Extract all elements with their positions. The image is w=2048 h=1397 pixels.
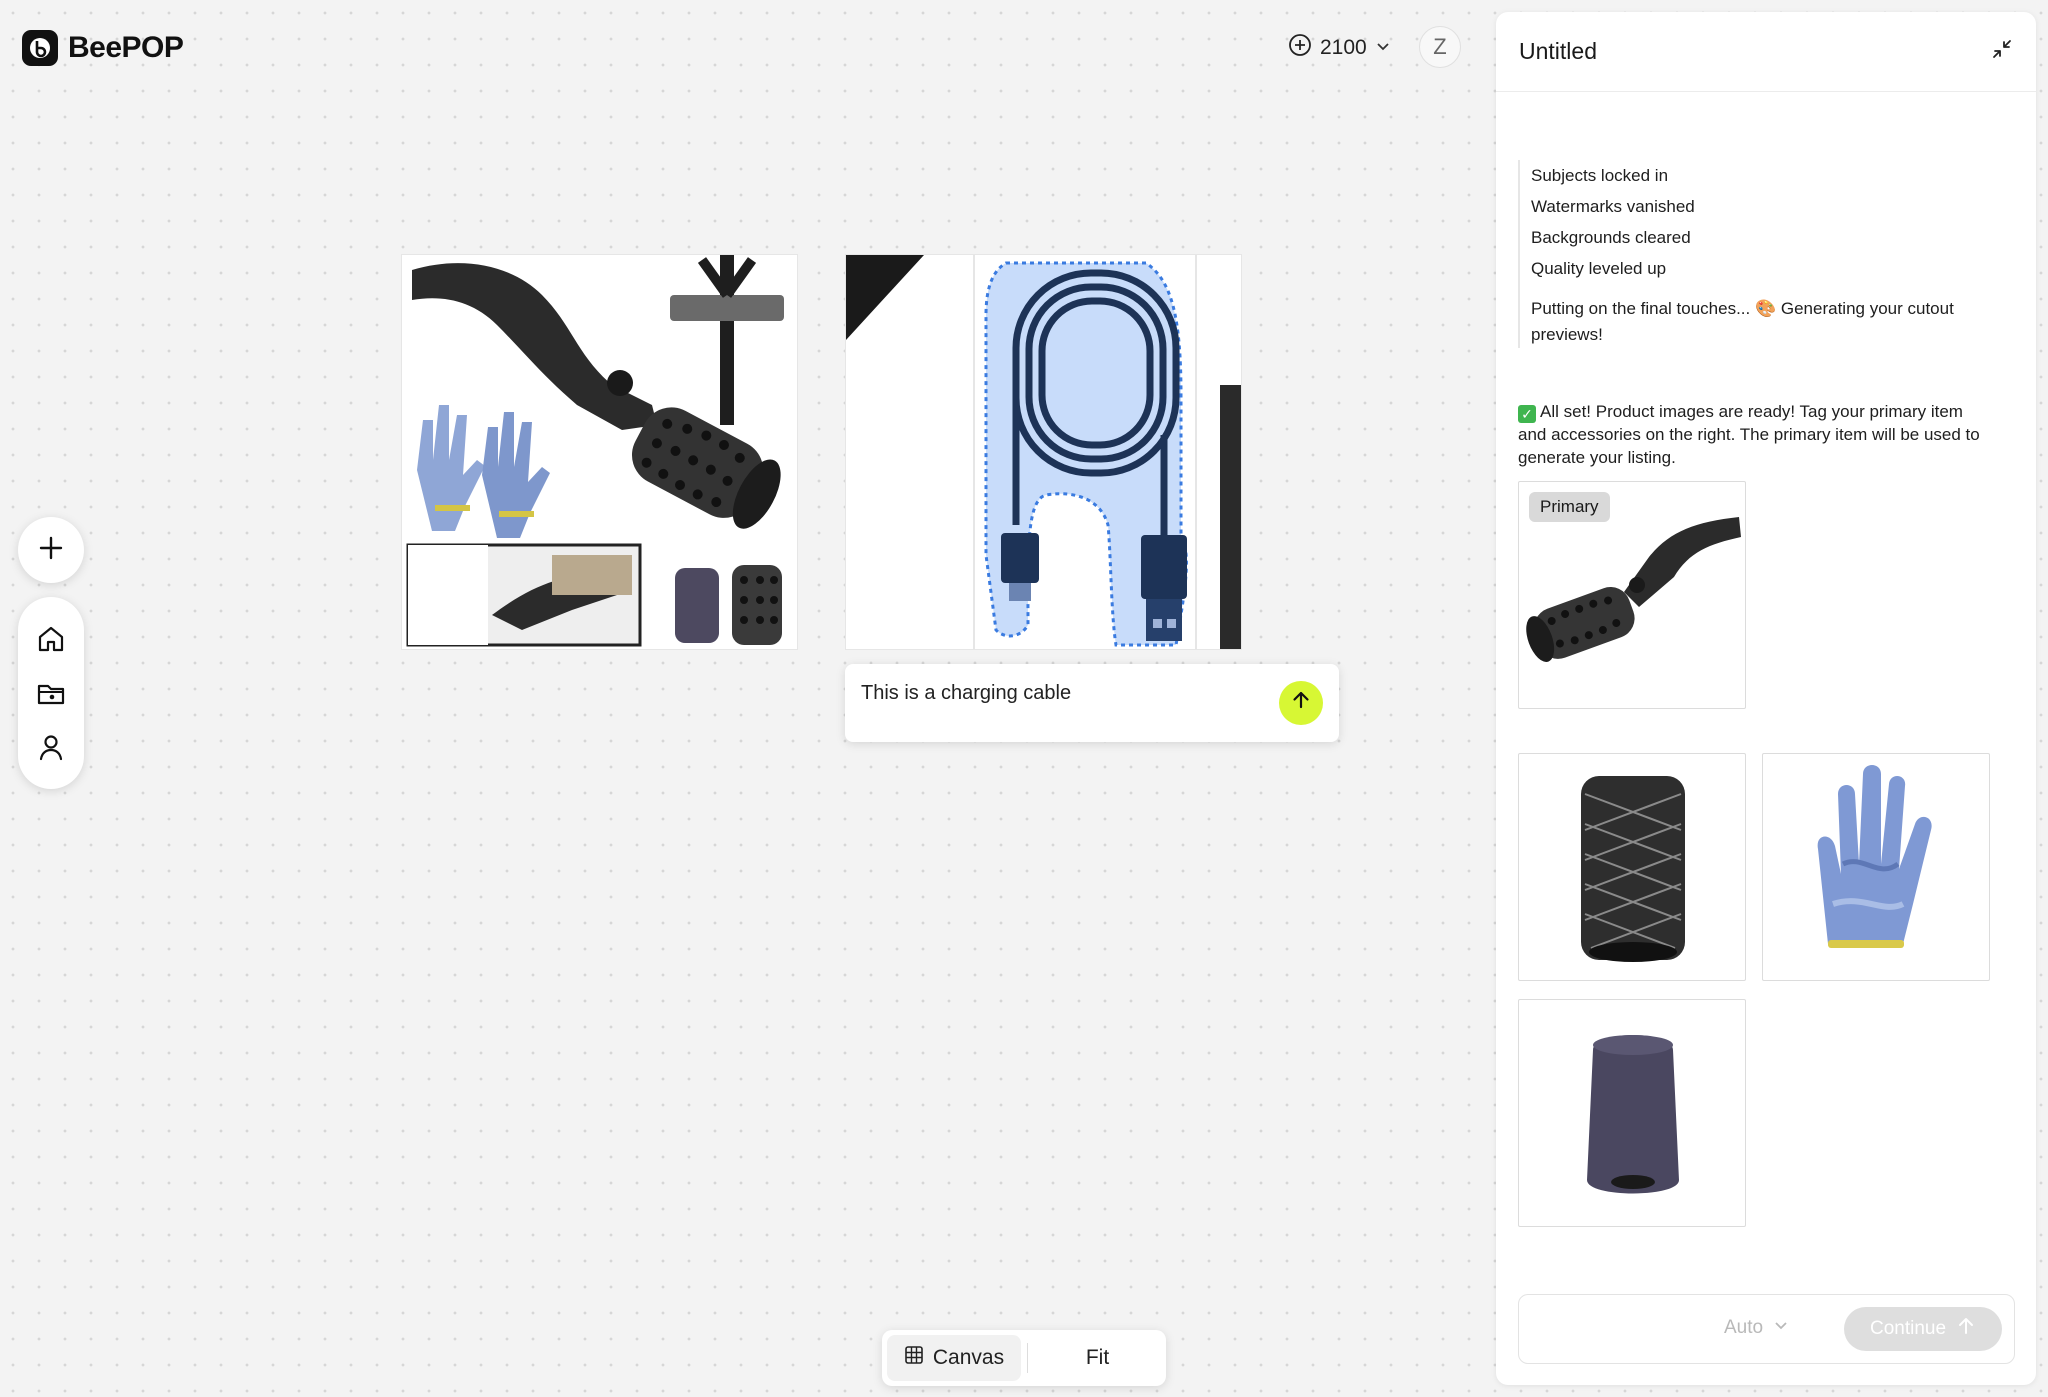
fit-view-button[interactable]: Fit [1034,1335,1161,1381]
view-toggle: Canvas Fit [882,1330,1166,1386]
brush-head-thumbnail [1581,776,1685,962]
beepop-logo-icon [22,30,58,66]
arrow-up-icon [1290,689,1312,717]
thumbnail-sponge[interactable] [1518,999,1746,1227]
home-icon[interactable] [31,619,71,659]
done-message: ✓ All set! Product images are ready! Tag … [1518,400,1988,469]
prompt-input[interactable]: This is a charging cable [845,664,1339,742]
arrow-up-icon [1956,1316,1976,1342]
step-item: Quality leveled up [1531,259,1667,278]
product-image-cable[interactable] [845,254,1242,650]
thumbnail-primary-scrubber[interactable]: Primary [1518,481,1746,709]
primary-tag: Primary [1529,492,1610,522]
glove-thumbnail [1817,765,1932,948]
toggle-divider [1027,1343,1028,1373]
prompt-text: This is a charging cable [861,682,1072,704]
add-credits-icon [1288,33,1312,63]
scrubber-bundle-picture [402,255,797,649]
canvas-view-button[interactable]: Canvas [887,1335,1021,1381]
continue-label: Continue [1869,1318,1947,1339]
send-button[interactable] [1279,681,1323,725]
chevron-down-icon [1773,1317,1789,1339]
step-item: Subjects locked in [1531,166,1669,185]
panel-header: Untitled [1496,12,2036,92]
done-message-text: All set! Product images are ready! Tag y… [1518,402,1980,467]
mode-label: Auto [1724,1317,1764,1338]
progress-steps: Subjects locked in Watermarks vanished B… [1518,160,1988,348]
canvas-view-label: Canvas [932,1346,1005,1369]
thumbnail-brush-head[interactable] [1518,753,1746,981]
mode-select[interactable]: Auto [1724,1317,1789,1339]
step-item: Watermarks vanished [1531,197,1695,216]
step-item: Backgrounds cleared [1531,228,1691,247]
collapse-icon[interactable] [1990,37,2014,66]
sponge-thumbnail [1587,1035,1679,1194]
plus-icon [37,534,65,567]
continue-button[interactable]: Continue [1844,1307,2002,1351]
sidebar-nav [18,597,84,789]
user-icon[interactable] [31,727,71,767]
product-image-scrubber[interactable] [401,254,798,650]
final-step: Putting on the final touches... 🎨 Genera… [1531,299,1954,344]
grid-icon [904,1345,924,1371]
credits-dropdown[interactable]: 2100 [1288,30,1391,66]
folder-icon[interactable] [31,673,71,713]
add-button[interactable] [18,517,84,583]
panel-composer: Auto Continue [1518,1294,2015,1364]
app-logo[interactable]: BeePOP [22,30,184,66]
panel-title[interactable]: Untitled [1519,38,1597,65]
check-icon: ✓ [1518,405,1536,423]
user-avatar[interactable]: Z [1419,26,1461,68]
app-name: BeePOP [68,31,184,64]
credits-count: 2100 [1320,36,1367,59]
thumbnail-glove[interactable] [1762,753,1990,981]
project-panel: Untitled Subjects locked in Watermarks v… [1496,12,2036,1385]
chevron-down-icon [1375,36,1391,60]
charging-cable-picture [846,255,1241,649]
